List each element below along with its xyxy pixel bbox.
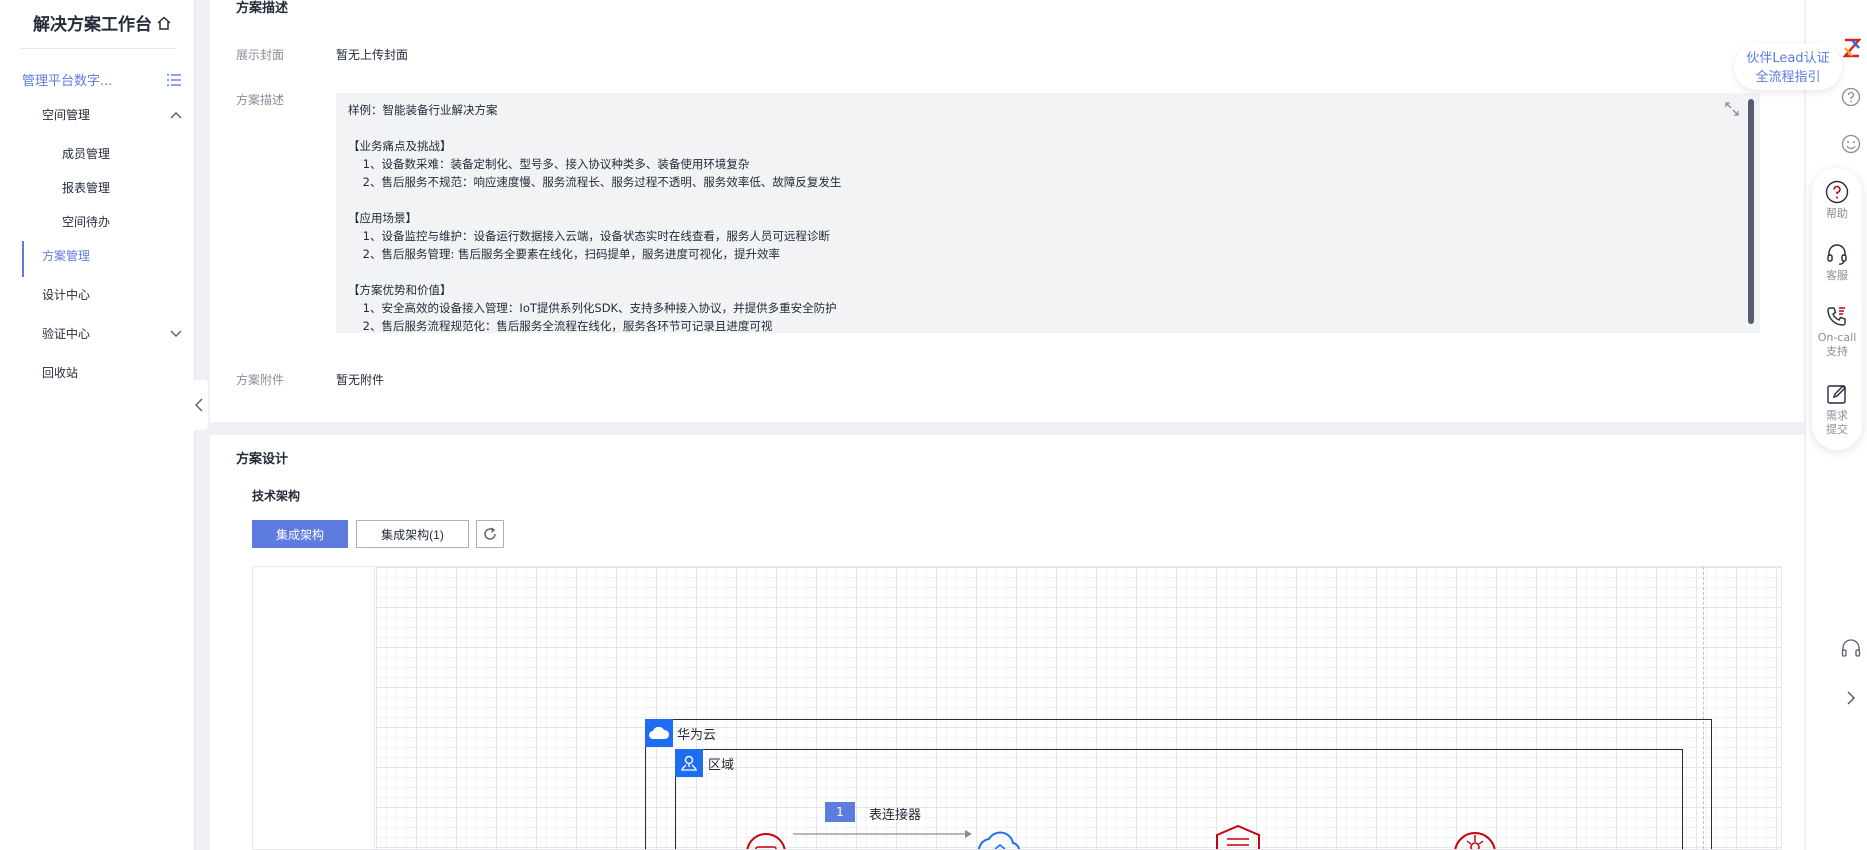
desc-line: 样例：智能装备行业解决方案 xyxy=(348,103,498,117)
region-icon xyxy=(675,749,703,777)
help-icon xyxy=(1825,180,1849,204)
step-badge[interactable]: 1 xyxy=(825,802,855,822)
sidebar-item-label: 空间待办 xyxy=(62,215,111,229)
sidebar-item-members[interactable]: 成员管理 xyxy=(62,145,110,162)
ai-service-icon[interactable] xyxy=(1451,827,1499,850)
sidebar-item-label: 空间管理 xyxy=(42,108,91,122)
cloud-connect-icon[interactable] xyxy=(975,831,1021,850)
sidebar-item-solutions[interactable]: 方案管理 xyxy=(42,247,182,264)
customer-service-button[interactable]: 客服 xyxy=(1812,242,1862,283)
chevron-up-icon xyxy=(170,111,182,118)
description-textarea[interactable]: 样例：智能装备行业解决方案 【业务痛点及挑战】 1、设备数采难：装备定制化、型号… xyxy=(336,93,1760,333)
sidebar-item-reports[interactable]: 报表管理 xyxy=(62,179,110,196)
sidebar-collapse-button[interactable] xyxy=(190,380,208,430)
smile-icon[interactable] xyxy=(1840,133,1862,155)
desc-line xyxy=(348,119,1748,137)
description-title: 方案描述 xyxy=(236,1,289,16)
sidebar-item-verification-center[interactable]: 验证中心 xyxy=(42,325,182,342)
scrollbar-thumb[interactable] xyxy=(1748,99,1754,324)
description-card: 方案描述 展示封面 暂无上传封面 方案描述 样例：智能装备行业解决方案 【业务痛… xyxy=(210,0,1804,422)
sidebar-item-label: 设计中心 xyxy=(42,288,91,302)
desc-line xyxy=(348,263,1748,281)
edit-icon xyxy=(1827,385,1846,404)
active-indicator xyxy=(22,241,24,277)
database-icon[interactable] xyxy=(743,833,789,850)
attachment-label: 方案附件 xyxy=(236,373,285,387)
region-label: 区域 xyxy=(708,758,735,773)
tab-integration-architecture-1[interactable]: 集成架构(1) xyxy=(356,520,469,548)
requirement-submit-button[interactable]: 需求 提交 xyxy=(1812,382,1862,437)
desc-line: 【业务痛点及挑战】 xyxy=(348,139,452,153)
architecture-subtitle: 技术架构 xyxy=(252,489,301,503)
sidebar: 解决方案工作台 管理平台数字... 空间管理 成员管理 报表管理 空间待办 方案… xyxy=(0,0,195,850)
connector-label: 表连接器 xyxy=(869,808,922,823)
sidebar-title-text: 解决方案工作台 xyxy=(33,15,152,35)
sidebar-title: 解决方案工作台 xyxy=(33,10,172,35)
design-title: 方案设计 xyxy=(236,452,289,467)
cover-label: 展示封面 xyxy=(236,48,285,62)
requirement-label-2: 提交 xyxy=(1826,423,1848,436)
document-service-icon[interactable] xyxy=(1213,825,1263,850)
desc-line: 1、安全高效的设备接入管理：IoT提供系列化SDK、支持多种接入协议，并提供多重… xyxy=(348,301,837,315)
requirement-label-1: 需求 xyxy=(1826,409,1848,422)
cover-value: 暂无上传封面 xyxy=(336,48,409,62)
list-icon[interactable] xyxy=(166,73,182,87)
space-name: 管理平台数字... xyxy=(22,74,113,89)
desc-line: 2、售后服务管理: 售后服务全要素在线化，扫码提单，服务进度可视化，提升效率 xyxy=(348,247,780,261)
tab-integration-architecture[interactable]: 集成架构 xyxy=(252,520,348,548)
help-button[interactable]: 帮助 xyxy=(1812,180,1862,221)
brand-logo-icon[interactable] xyxy=(1843,38,1861,58)
sidebar-divider xyxy=(20,48,176,49)
desc-line xyxy=(348,191,1748,209)
desc-line: 【应用场景】 xyxy=(348,211,417,225)
headphone-icon[interactable] xyxy=(1840,638,1862,660)
chevron-left-icon xyxy=(195,398,203,412)
chevron-down-icon xyxy=(170,330,182,337)
sidebar-item-label: 验证中心 xyxy=(42,327,91,341)
oncall-support-button[interactable]: On-call 支持 xyxy=(1812,304,1862,359)
attachment-value: 暂无附件 xyxy=(336,373,385,387)
sidebar-item-label: 方案管理 xyxy=(42,249,91,263)
sidebar-item-todos[interactable]: 空间待办 xyxy=(62,213,110,230)
space-selector[interactable]: 管理平台数字... xyxy=(22,70,182,89)
desc-line: 【方案优势和价值】 xyxy=(348,283,452,297)
sidebar-item-space-management[interactable]: 空间管理 xyxy=(42,106,182,123)
question-circle-icon[interactable] xyxy=(1840,86,1862,108)
connector-arrow xyxy=(793,830,972,838)
home-icon[interactable] xyxy=(156,15,172,31)
cloud-icon xyxy=(645,719,673,747)
canvas-shape-panel xyxy=(253,567,375,849)
chevron-right-icon[interactable] xyxy=(1840,687,1862,709)
desc-line: 2、售后服务不规范：响应速度慢、服务流程长、服务过程不透明、服务效率低、故障反复… xyxy=(348,175,842,189)
oncall-label-1: On-call xyxy=(1817,331,1857,344)
desc-label: 方案描述 xyxy=(236,93,285,107)
partner-guide-bubble[interactable]: 伙伴Lead认证 全流程指引 xyxy=(1734,44,1842,90)
sidebar-item-label: 回收站 xyxy=(42,366,79,380)
architecture-canvas[interactable]: 华为云 区域 1 表连接器 xyxy=(252,566,1782,850)
design-card: 方案设计 技术架构 集成架构 集成架构(1) 华为云 区域 1 表连接器 xyxy=(210,435,1804,850)
phone-icon xyxy=(1827,307,1846,326)
sidebar-item-design-center[interactable]: 设计中心 xyxy=(42,286,182,303)
oncall-label-2: 支持 xyxy=(1826,345,1848,358)
floating-support-panel: 帮助 客服 On-call 支持 需求 提交 xyxy=(1812,168,1862,450)
headset-icon xyxy=(1827,244,1847,265)
sidebar-item-label: 成员管理 xyxy=(62,147,111,161)
service-label: 客服 xyxy=(1826,269,1848,282)
desc-line: 1、设备数采难：装备定制化、型号多、接入协议种类多、装备使用环境复杂 xyxy=(348,157,750,171)
cloud-label: 华为云 xyxy=(677,728,717,743)
help-label: 帮助 xyxy=(1826,207,1848,220)
partner-guide-line2: 全流程指引 xyxy=(1755,70,1821,85)
refresh-button[interactable] xyxy=(476,520,504,548)
desc-line: 1、设备监控与维护：设备运行数据接入云端，设备状态实时在线查看，服务人员可远程诊… xyxy=(348,229,830,243)
partner-guide-line1: 伙伴Lead认证 xyxy=(1746,51,1830,66)
refresh-icon xyxy=(484,527,496,540)
sidebar-item-recycle-bin[interactable]: 回收站 xyxy=(42,364,182,381)
desc-line: 2、售后服务流程规范化：售后服务全流程在线化，服务各环节可记录且进度可视 xyxy=(348,319,773,333)
expand-icon[interactable] xyxy=(1724,101,1740,121)
sidebar-item-label: 报表管理 xyxy=(62,181,111,195)
